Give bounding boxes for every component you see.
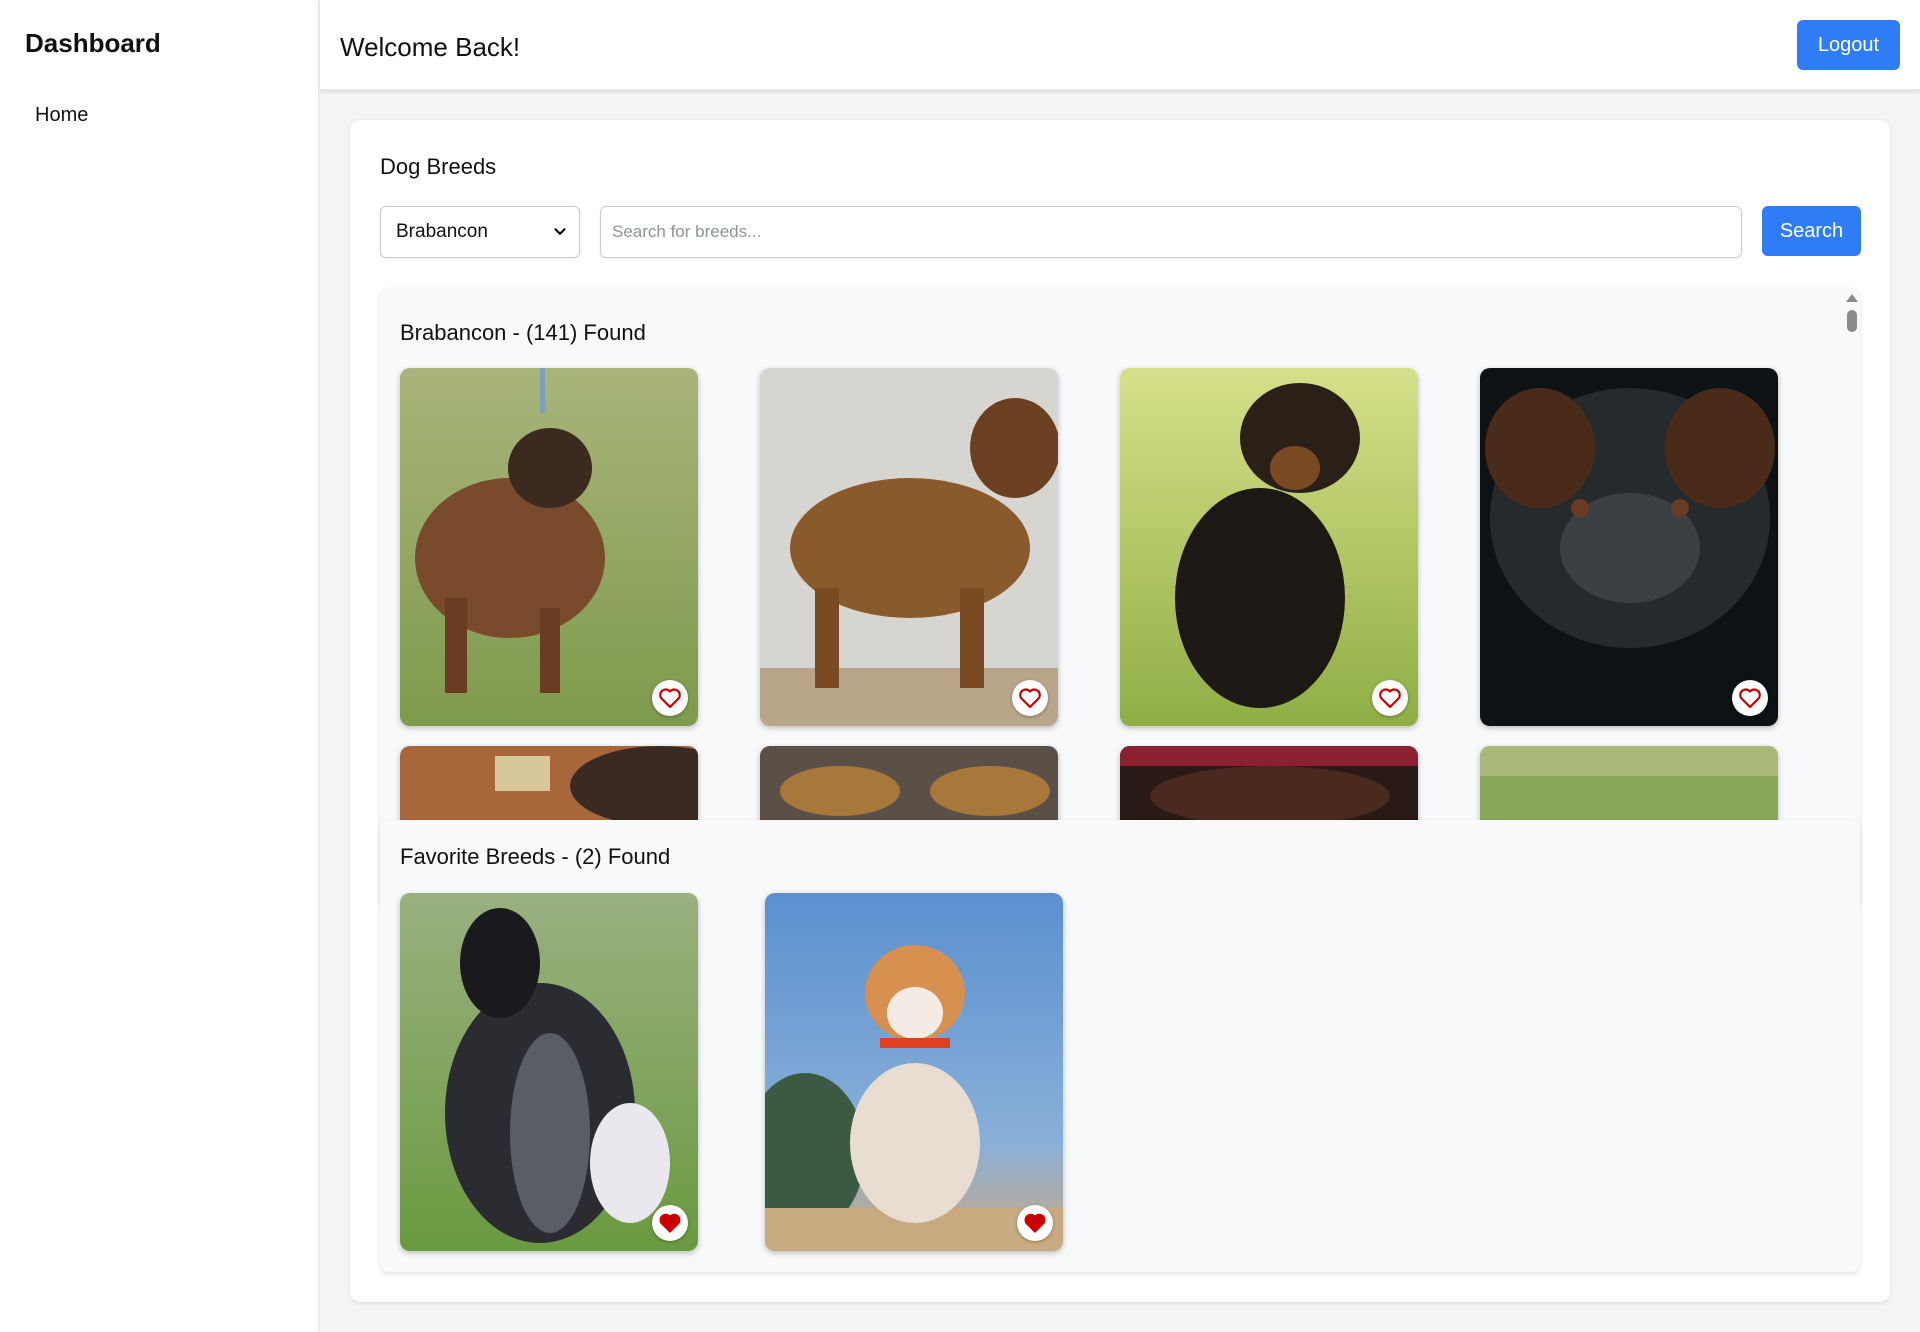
heart-filled-icon <box>659 1213 681 1233</box>
favorite-dog-card <box>400 893 698 1251</box>
favorite-toggle[interactable] <box>1012 680 1048 716</box>
logout-button[interactable]: Logout <box>1797 20 1900 70</box>
dog-photo <box>400 368 698 726</box>
sidebar-item-home[interactable]: Home <box>35 104 88 127</box>
favorite-toggle[interactable] <box>1017 1205 1053 1241</box>
results-scrollbar[interactable] <box>1842 288 1860 908</box>
scroll-up-arrow[interactable] <box>1846 294 1858 302</box>
breed-select[interactable]: Brabancon <box>380 206 580 258</box>
favorites-title: Favorite Breeds - (2) Found <box>400 844 671 869</box>
search-input[interactable] <box>600 206 1742 258</box>
dog-photo <box>400 893 698 1251</box>
dog-photo <box>765 893 1063 1251</box>
results-title: Brabancon - (141) Found <box>400 320 646 345</box>
sidebar: Dashboard Home <box>0 0 319 1332</box>
page-title: Dog Breeds <box>380 154 497 179</box>
welcome-heading: Welcome Back! <box>340 32 521 62</box>
favorite-breeds-panel: Favorite Breeds - (2) Found <box>380 820 1860 1272</box>
heart-outline-icon <box>1019 688 1041 709</box>
favorite-toggle[interactable] <box>652 1205 688 1241</box>
dog-photo <box>760 368 1058 726</box>
scroll-thumb[interactable] <box>1847 310 1857 332</box>
search-button[interactable]: Search <box>1762 206 1861 256</box>
dog-image-card <box>1120 368 1418 726</box>
heart-outline-icon <box>659 688 681 709</box>
dog-image-card <box>400 368 698 726</box>
dog-image-card <box>1480 368 1778 726</box>
favorite-toggle[interactable] <box>1372 680 1408 716</box>
dog-image-card <box>760 368 1058 726</box>
dog-breeds-card: Dog Breeds Brabancon Search Brabancon - … <box>350 120 1890 1302</box>
dog-photo <box>1120 368 1418 726</box>
heart-outline-icon <box>1379 688 1401 709</box>
favorite-dog-card <box>765 893 1063 1251</box>
favorite-toggle[interactable] <box>1732 680 1768 716</box>
chevron-down-icon <box>554 228 566 235</box>
heart-filled-icon <box>1024 1213 1046 1233</box>
sidebar-title: Dashboard <box>25 28 161 58</box>
heart-outline-icon <box>1739 688 1761 709</box>
breed-results-panel[interactable]: Brabancon - (141) Found <box>380 288 1860 908</box>
dog-photo <box>1480 368 1778 726</box>
top-bar: Welcome Back! Logout <box>320 0 1920 90</box>
breed-select-value: Brabancon <box>396 221 488 242</box>
favorite-toggle[interactable] <box>652 680 688 716</box>
